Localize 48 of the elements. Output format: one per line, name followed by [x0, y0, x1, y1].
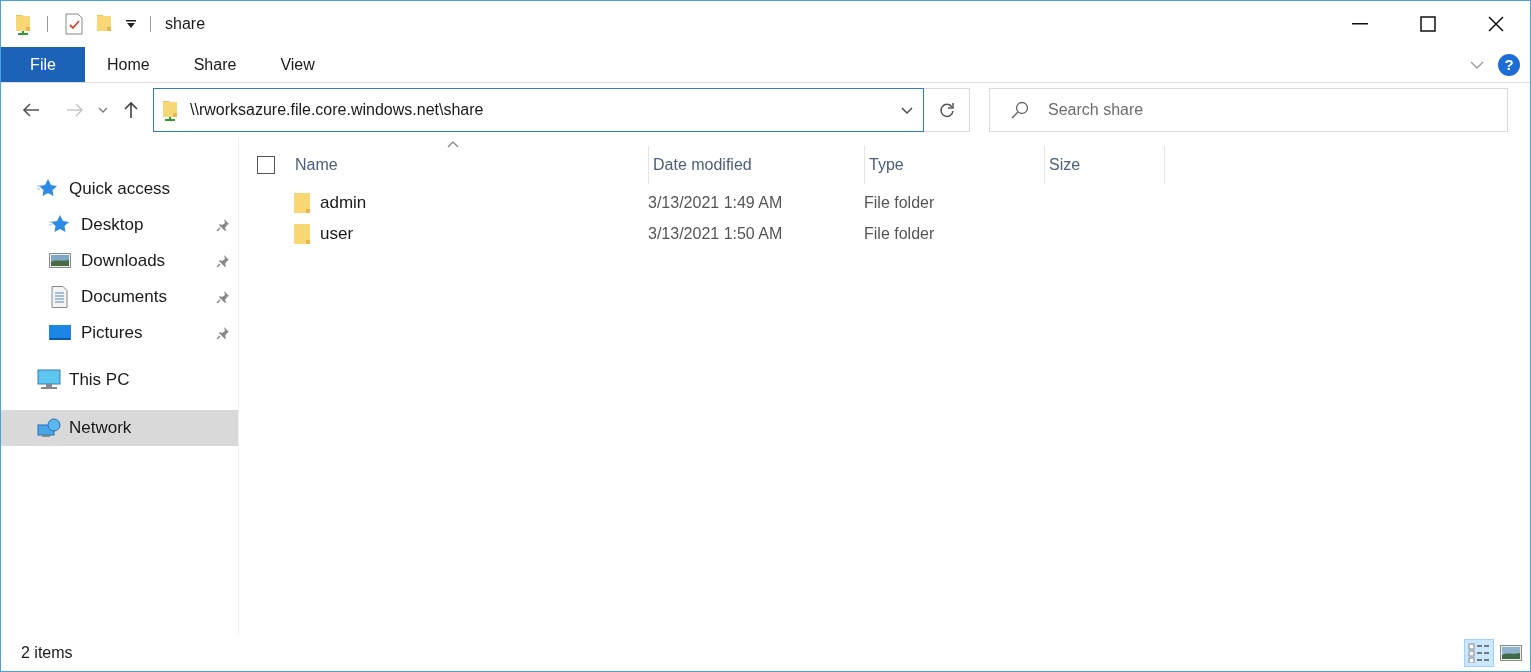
window-title: share [165, 14, 206, 34]
maximize-icon [1420, 16, 1436, 32]
dropdown-icon[interactable] [126, 19, 136, 29]
network-folder-icon [15, 13, 31, 35]
sort-ascending-icon [447, 141, 459, 148]
folder-icon [293, 222, 311, 245]
file-row[interactable]: user 3/13/2021 1:50 AM File folder [257, 218, 1530, 249]
address-bar[interactable]: \\rworksazure.file.core.windows.net\share [153, 88, 924, 132]
expand-ribbon-icon[interactable] [1470, 60, 1484, 69]
properties-icon[interactable] [64, 13, 84, 35]
minimize-icon [1352, 23, 1368, 25]
column-header[interactable]: Type [865, 146, 1045, 184]
nav-item[interactable]: Desktop [1, 207, 238, 243]
search-icon [1011, 101, 1029, 119]
nav-item[interactable]: Documents [1, 279, 238, 315]
details-list-icon [1468, 643, 1490, 663]
file-row[interactable]: admin 3/13/2021 1:49 AM File folder [257, 187, 1530, 218]
help-button[interactable]: ? [1498, 53, 1520, 76]
address-path: \\rworksazure.file.core.windows.net\share [190, 100, 485, 120]
computer-icon [37, 369, 61, 391]
column-header[interactable]: Size [1045, 146, 1165, 184]
search-field[interactable]: Search share [989, 88, 1508, 132]
details-view-button[interactable] [1464, 639, 1494, 667]
forward-arrow-icon [66, 103, 84, 117]
ribbon-tab[interactable]: File [1, 47, 85, 82]
nav-item[interactable]: Network [1, 410, 238, 446]
nav-item[interactable]: Downloads [1, 243, 238, 279]
chevron-down-icon[interactable] [901, 106, 913, 114]
nav-item[interactable]: Quick access [1, 171, 238, 207]
ribbon-tab[interactable]: Share [171, 47, 259, 82]
network-icon [37, 417, 61, 439]
select-all-checkbox[interactable] [257, 156, 275, 174]
refresh-button[interactable] [924, 88, 970, 132]
picture-icon [1500, 645, 1522, 661]
refresh-icon [938, 102, 955, 118]
column-header[interactable]: Name [291, 146, 649, 184]
up-arrow-icon [124, 101, 138, 119]
network-folder-icon [162, 99, 178, 121]
folder-icon [293, 191, 311, 214]
close-icon [1488, 16, 1504, 32]
chevron-down-icon [98, 107, 108, 113]
column-header[interactable]: Date modified [649, 146, 865, 184]
back-arrow-icon [22, 103, 40, 117]
nav-item[interactable]: Pictures [1, 315, 238, 351]
status-text: 2 items [21, 643, 74, 663]
nav-item[interactable]: This PC [1, 362, 238, 398]
ribbon-tab[interactable]: Home [85, 47, 172, 82]
ribbon-tab[interactable]: View [258, 47, 337, 82]
